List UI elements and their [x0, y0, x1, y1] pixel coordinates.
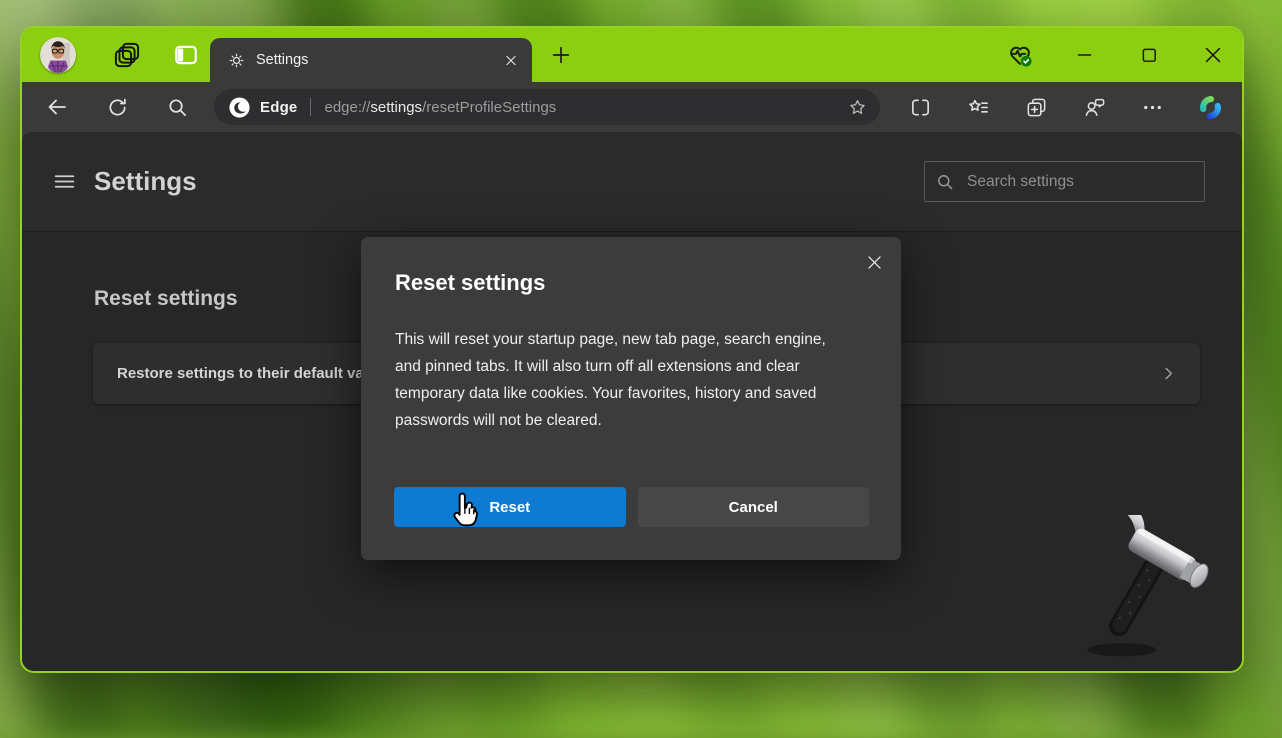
- nav-buttons: [36, 87, 198, 127]
- address-bar[interactable]: Edge edge://settings/resetProfileSetting…: [214, 89, 880, 125]
- tab-strip: Settings: [22, 28, 1242, 82]
- toolbar: Edge edge://settings/resetProfileSetting…: [22, 82, 1242, 132]
- section-title: Reset settings: [94, 287, 238, 311]
- feedback-icon[interactable]: [1074, 87, 1114, 127]
- maximize-button[interactable]: [1134, 40, 1164, 70]
- row-label: Restore settings to their default values: [117, 365, 394, 382]
- tab-settings[interactable]: Settings: [210, 38, 532, 82]
- hammer-graphic: [1082, 515, 1234, 661]
- browser-essentials-icon[interactable]: [1004, 39, 1036, 71]
- reset-dialog: Reset settings This will reset your star…: [361, 237, 901, 560]
- copilot-icon[interactable]: [1190, 87, 1230, 127]
- edge-logo: [228, 96, 251, 119]
- url-path: /resetProfileSettings: [422, 99, 556, 116]
- search-icon: [935, 172, 955, 192]
- tab-close-icon[interactable]: [498, 47, 524, 73]
- settings-header: Settings: [22, 132, 1242, 232]
- page-title: Settings: [94, 166, 197, 197]
- avatar-image: [40, 37, 76, 73]
- tab-preview-icon[interactable]: [170, 39, 202, 71]
- cancel-button[interactable]: Cancel: [638, 487, 870, 527]
- url-text: edge://settings/resetProfileSettings: [324, 99, 556, 116]
- new-tab-button[interactable]: [546, 40, 576, 70]
- dialog-close-icon[interactable]: [858, 246, 890, 278]
- more-icon[interactable]: [1132, 87, 1172, 127]
- dialog-buttons: Reset Cancel: [394, 487, 869, 527]
- settings-search-box[interactable]: [924, 161, 1205, 202]
- back-button[interactable]: [36, 87, 78, 127]
- edge-label: Edge: [260, 99, 297, 116]
- reset-button[interactable]: Reset: [394, 487, 626, 527]
- url-host: settings: [370, 99, 422, 116]
- workspaces-icon[interactable]: [110, 38, 144, 72]
- toolbar-right-buttons: [900, 87, 1230, 127]
- minimize-button[interactable]: [1070, 40, 1100, 70]
- split-screen-icon[interactable]: [900, 87, 940, 127]
- close-button[interactable]: [1198, 40, 1228, 70]
- dialog-title: Reset settings: [395, 270, 545, 296]
- chevron-right-icon: [1159, 364, 1178, 383]
- dialog-body: This will reset your startup page, new t…: [395, 326, 853, 434]
- favorites-icon[interactable]: [958, 87, 998, 127]
- search-button[interactable]: [156, 87, 198, 127]
- favorite-star-icon[interactable]: [840, 90, 874, 124]
- profile-avatar[interactable]: [40, 37, 76, 73]
- url-scheme: edge://: [324, 99, 370, 116]
- refresh-button[interactable]: [96, 87, 138, 127]
- settings-search-input[interactable]: [965, 172, 1194, 192]
- hamburger-icon[interactable]: [46, 164, 82, 200]
- window-controls: [1004, 39, 1228, 71]
- gear-icon: [228, 52, 245, 69]
- address-separator: [310, 98, 311, 116]
- collections-icon[interactable]: [1016, 87, 1056, 127]
- browser-window: Settings: [22, 28, 1242, 671]
- tab-label: Settings: [256, 52, 498, 68]
